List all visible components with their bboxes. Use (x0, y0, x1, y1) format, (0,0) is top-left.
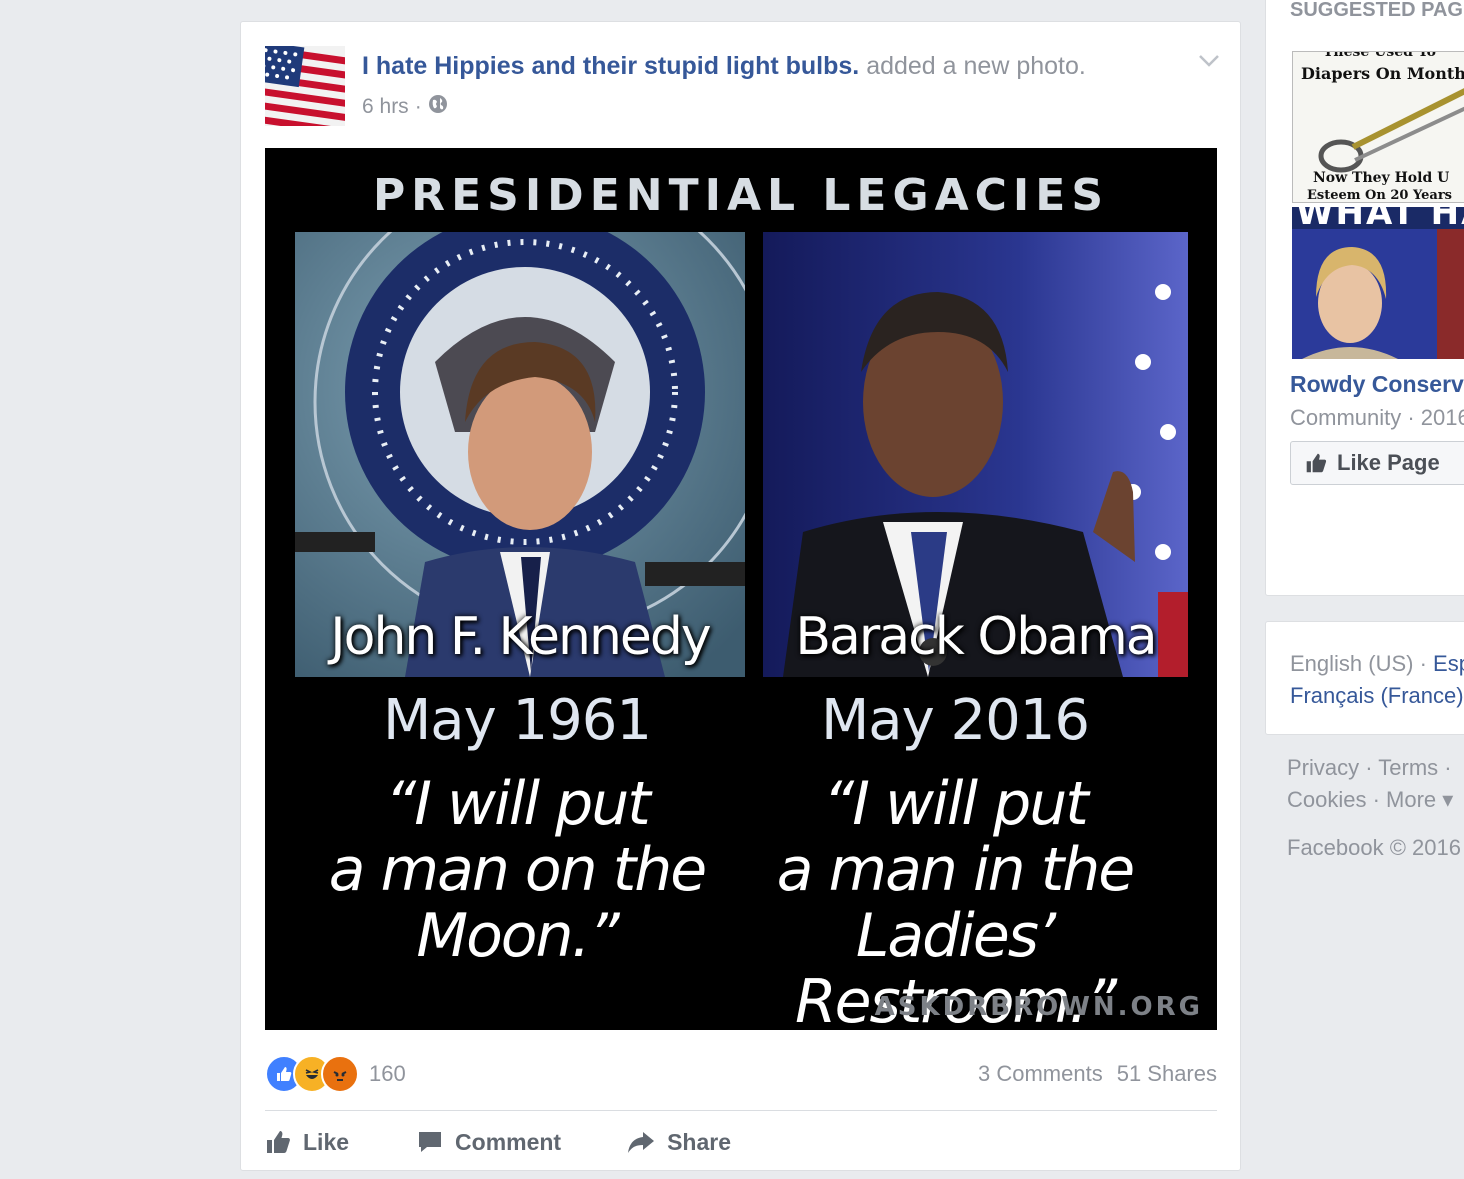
obama-panel: Barack Obama (763, 232, 1188, 677)
post-actions: Like Comment Share (265, 1122, 731, 1162)
obama-date: May 2016 (820, 688, 1090, 753)
thumb2-text: WHAT HAPP (1296, 207, 1464, 233)
page-name-link[interactable]: I hate Hippies and their stupid light bu… (362, 52, 859, 80)
meta-separator: · (414, 95, 422, 118)
post-action-text: added a new photo. (859, 52, 1086, 80)
comment-icon (419, 1132, 442, 1152)
language-box: English (US) · Español Français (France) (1265, 621, 1464, 735)
terms-link[interactable]: Terms (1378, 755, 1438, 780)
like-label: Like (303, 1128, 350, 1155)
angry-reaction-icon[interactable] (321, 1055, 359, 1093)
share-arrow-icon (628, 1132, 655, 1153)
photo-watermark: ASKDRBROWN.ORG (874, 992, 1203, 1022)
post-timestamp[interactable]: 6 hrs (362, 95, 409, 119)
shares-count[interactable]: 51 Shares (1117, 1061, 1217, 1087)
like-page-button[interactable]: Like Page (1290, 441, 1464, 485)
suggested-page-thumb-2[interactable]: WHAT HAPP (1292, 207, 1464, 359)
right-sidebar: SUGGESTED PAGES These Used To Diapers On… (1265, 0, 1464, 1179)
thumbs-up-icon (267, 1131, 290, 1153)
copyright: Facebook © 2016 (1287, 835, 1461, 860)
language-espanol-link[interactable]: Español (1433, 651, 1464, 676)
suggested-page-name[interactable]: Rowdy Conservatives (1290, 371, 1464, 398)
footer-dot: · (1438, 755, 1452, 780)
kennedy-panel: John F. Kennedy (295, 232, 745, 677)
kennedy-name: John F. Kennedy (330, 607, 711, 667)
post-card: I hate Hippies and their stupid light bu… (240, 21, 1241, 1171)
thumbs-up-icon (1306, 453, 1327, 473)
cookies-link[interactable]: Cookies (1287, 787, 1366, 812)
obama-caption: May 2016 “I will put a man in the Ladies… (720, 688, 1190, 1030)
like-button[interactable]: Like (265, 1129, 349, 1156)
comment-label: Comment (455, 1128, 562, 1155)
language-francais-link[interactable]: Français (France) (1290, 683, 1464, 708)
reaction-count[interactable]: 160 (369, 1061, 406, 1087)
page-avatar[interactable] (265, 46, 345, 126)
post-headline: I hate Hippies and their stupid light bu… (362, 52, 1086, 81)
comment-button[interactable]: Comment (417, 1129, 561, 1156)
photo-title: PRESIDENTIAL LEGACIES (372, 170, 1110, 221)
privacy-link[interactable]: Privacy (1287, 755, 1359, 780)
footer-links: Privacy · Terms · Cookies · More ▾ Faceb… (1287, 752, 1461, 864)
language-sep: · (1413, 651, 1434, 676)
post-stats: 160 3 Comments 51 Shares (265, 1055, 1217, 1093)
thumb1-line3: Esteem On 20 Years (1307, 188, 1452, 203)
more-dropdown-icon[interactable]: ▾ (1436, 787, 1453, 812)
kennedy-quote: “I will put a man on the Moon.” (287, 771, 747, 969)
kennedy-date: May 1961 (382, 688, 652, 753)
more-link[interactable]: More (1386, 787, 1436, 812)
language-current: English (US) (1290, 651, 1414, 676)
actions-divider (265, 1110, 1217, 1111)
obama-quote-line1: “I will put (823, 769, 1089, 839)
kennedy-quote-line2: a man on the (328, 835, 707, 905)
thumb1-line2: Now They Hold U (1313, 170, 1450, 186)
kennedy-quote-line1: “I will put (385, 769, 651, 839)
obama-name: Barack Obama (795, 607, 1157, 667)
suggested-page-category: Community · 2016 (1290, 405, 1464, 430)
kennedy-caption: May 1961 “I will put a man on the Moon.” (287, 688, 747, 969)
reaction-icons[interactable] (265, 1055, 359, 1093)
globe-icon[interactable] (428, 94, 448, 120)
comments-count[interactable]: 3 Comments (978, 1061, 1103, 1087)
kennedy-quote-line3: Moon.” (416, 901, 619, 971)
like-page-label: Like Page (1337, 450, 1440, 475)
suggested-pages-heading: SUGGESTED PAGES (1290, 0, 1464, 21)
suggested-page-thumb-1[interactable]: These Used To Diapers On Months Now They… (1292, 51, 1464, 203)
suggested-pages-box: SUGGESTED PAGES These Used To Diapers On… (1265, 0, 1464, 596)
post-photo[interactable]: PRESIDENTIAL LEGACIES John F. Kennedy Ba… (265, 148, 1217, 1030)
post-meta: 6 hrs · (362, 94, 448, 120)
language-list: English (US) · Español Français (France) (1290, 648, 1464, 712)
footer-dot: · (1366, 787, 1387, 812)
share-button[interactable]: Share (627, 1129, 731, 1156)
footer-dot: · (1359, 755, 1379, 780)
post-options-chevron-icon[interactable] (1198, 54, 1220, 73)
flag-image (265, 46, 345, 126)
share-label: Share (667, 1128, 732, 1155)
obama-quote-line2: a man in the (776, 835, 1135, 905)
